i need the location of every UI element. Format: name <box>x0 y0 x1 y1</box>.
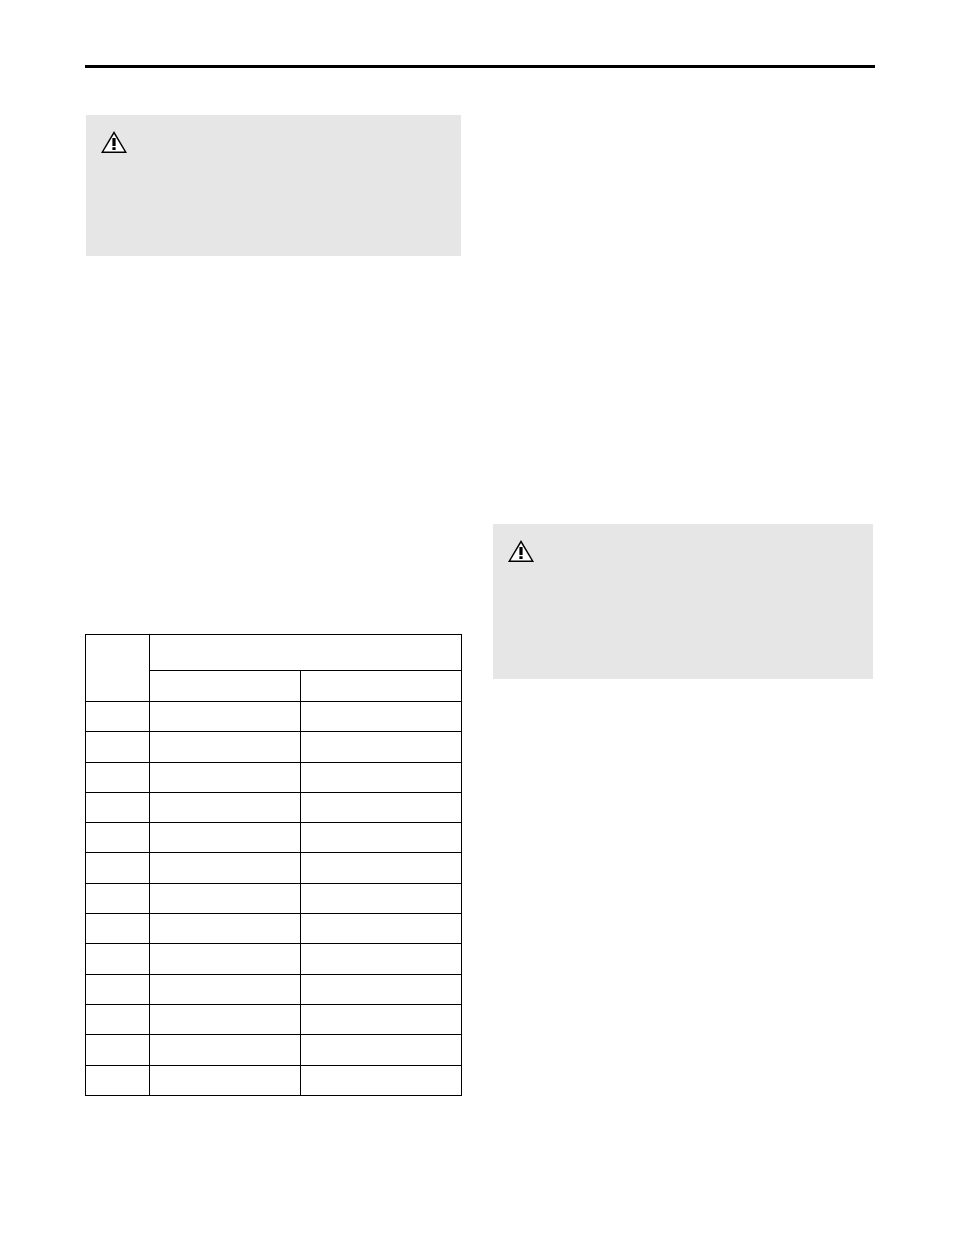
table-subheader-col3 <box>301 671 462 702</box>
table-cell <box>86 853 150 883</box>
table-cell <box>86 883 150 913</box>
warning-icon <box>101 131 127 153</box>
table-cell <box>301 944 462 974</box>
table-cell <box>150 1065 301 1095</box>
warning-box-1 <box>86 115 461 256</box>
table-cell <box>301 823 462 853</box>
data-table <box>85 634 462 1096</box>
table-cell <box>150 732 301 762</box>
table-cell <box>301 1004 462 1034</box>
table-cell <box>86 792 150 822</box>
table-cell <box>150 702 301 732</box>
table-cell <box>150 762 301 792</box>
table-cell <box>150 974 301 1004</box>
table-cell <box>86 732 150 762</box>
table-cell <box>150 823 301 853</box>
table-cell <box>301 1035 462 1065</box>
table-cell <box>86 823 150 853</box>
table-cell <box>86 1065 150 1095</box>
table-cell <box>86 702 150 732</box>
table-header-col1 <box>86 635 150 702</box>
table-cell <box>301 883 462 913</box>
table-subheader-col2 <box>150 671 301 702</box>
table-cell <box>86 944 150 974</box>
table-header-span <box>150 635 462 671</box>
table-cell <box>301 914 462 944</box>
header-rule <box>85 65 875 68</box>
table-cell <box>301 853 462 883</box>
table-cell <box>301 762 462 792</box>
table-cell <box>86 762 150 792</box>
table-cell <box>86 1004 150 1034</box>
table-cell <box>301 1065 462 1095</box>
table-cell <box>150 914 301 944</box>
warning-icon <box>508 540 534 562</box>
table-cell <box>86 1035 150 1065</box>
table-cell <box>301 792 462 822</box>
table-cell <box>301 732 462 762</box>
table-cell <box>150 853 301 883</box>
table-cell <box>150 883 301 913</box>
table-cell <box>86 974 150 1004</box>
warning-box-2 <box>493 524 873 679</box>
table-cell <box>150 1004 301 1034</box>
table-cell <box>301 702 462 732</box>
table-cell <box>86 914 150 944</box>
table-cell <box>150 792 301 822</box>
table-cell <box>150 944 301 974</box>
table-cell <box>301 974 462 1004</box>
table-cell <box>150 1035 301 1065</box>
